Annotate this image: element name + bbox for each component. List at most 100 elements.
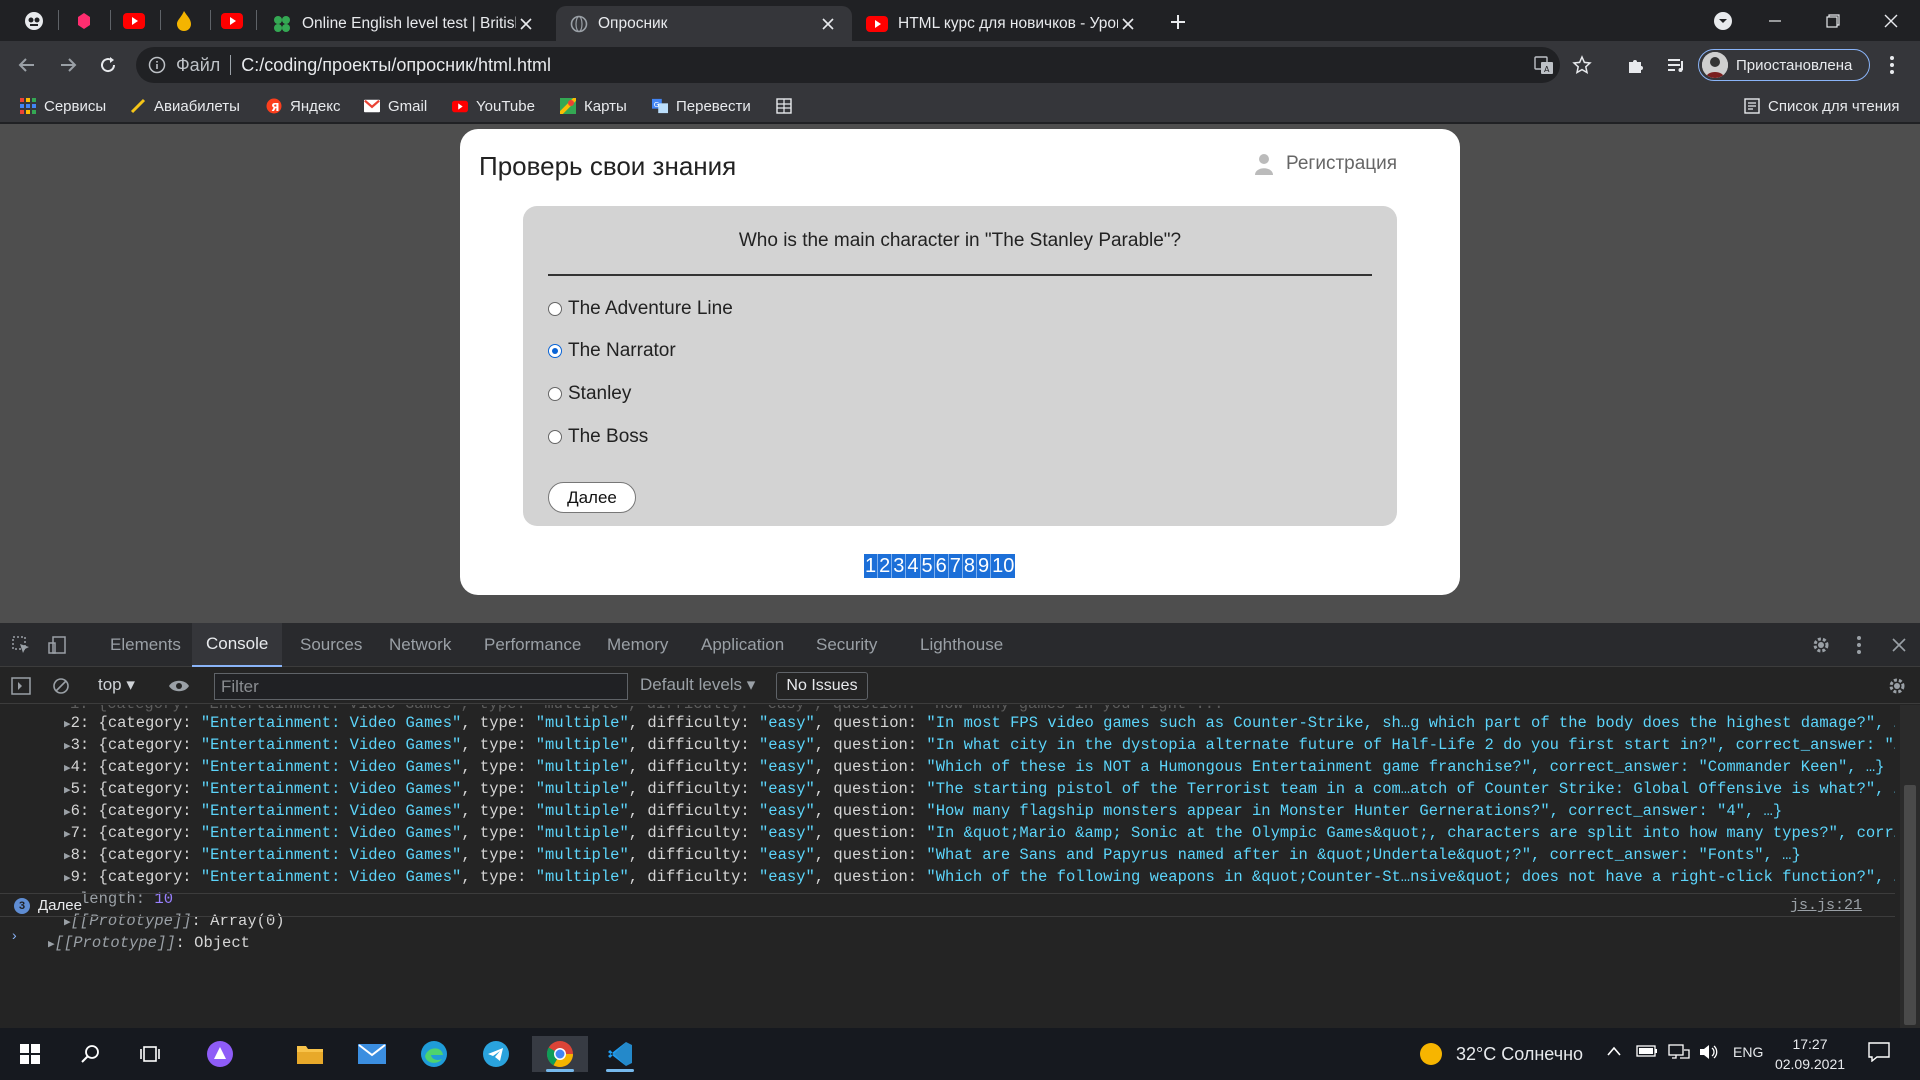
page-link[interactable]: 8 — [963, 554, 977, 578]
devtools-tab-network[interactable]: Network — [387, 623, 453, 667]
close-tab-icon[interactable] — [516, 14, 536, 34]
close-tab-icon[interactable] — [1118, 14, 1138, 34]
page-link[interactable]: 1 — [864, 554, 879, 578]
media-control-button[interactable] — [1662, 51, 1690, 79]
eye-icon[interactable] — [168, 675, 190, 697]
restore-button[interactable] — [1818, 8, 1848, 34]
notifications-icon[interactable] — [1868, 1042, 1890, 1065]
bookmark-services[interactable]: Сервисы — [20, 95, 106, 117]
inspect-element-icon[interactable] — [10, 634, 32, 656]
tab-search-button[interactable] — [1708, 8, 1738, 34]
issues-button[interactable]: No Issues — [776, 672, 868, 700]
console-array-row[interactable]: ▶9: {category: "Entertainment: Video Gam… — [64, 866, 1895, 888]
page-link[interactable]: 5 — [921, 554, 935, 578]
translate-icon[interactable]: A — [1534, 55, 1554, 75]
object-prototype[interactable]: ▶[[Prototype]]: Object — [48, 932, 250, 954]
close-devtools-icon[interactable] — [1888, 634, 1910, 656]
devtools-menu-icon[interactable] — [1848, 634, 1870, 656]
page-link[interactable]: 9 — [977, 554, 992, 578]
settings-gear-icon[interactable] — [1810, 634, 1832, 656]
console-array-row[interactable]: ▶6: {category: "Entertainment: Video Gam… — [64, 800, 1782, 822]
devtools-tab-elements[interactable]: Elements — [108, 623, 183, 667]
address-bar[interactable]: Файл C:/coding/проекты/опросник/html.htm… — [136, 47, 1592, 83]
tray-chevron-up-icon[interactable] — [1606, 1044, 1622, 1060]
radio-button[interactable] — [548, 387, 562, 401]
back-button[interactable] — [13, 51, 41, 79]
browser-menu-button[interactable] — [1878, 51, 1906, 79]
page-link[interactable]: 3 — [892, 554, 907, 578]
console-array-row[interactable]: ▶5: {category: "Entertainment: Video Gam… — [64, 778, 1895, 800]
console-array-row[interactable]: ▶7: {category: "Entertainment: Video Gam… — [64, 822, 1895, 844]
bookmark-star-icon[interactable] — [1572, 55, 1592, 75]
log-source-link[interactable]: js.js:21 — [1790, 897, 1862, 914]
devtools-tab-memory[interactable]: Memory — [605, 623, 670, 667]
console-filter-input[interactable]: Filter — [214, 673, 628, 700]
bookmark-folder[interactable] — [776, 95, 800, 117]
radio-button[interactable] — [548, 302, 562, 316]
profile-button[interactable]: Приостановлена — [1698, 49, 1870, 81]
close-window-button[interactable] — [1876, 8, 1906, 34]
pinned-tab-5[interactable] — [212, 8, 252, 34]
page-link[interactable]: 10 — [991, 554, 1015, 578]
page-link[interactable]: 4 — [906, 554, 921, 578]
pinned-tab-3[interactable] — [114, 8, 154, 34]
taskbar-app-telegram[interactable] — [476, 1036, 516, 1072]
forward-button[interactable] — [54, 51, 82, 79]
devtools-tab-performance[interactable]: Performance — [482, 623, 583, 667]
taskbar-app-chrome[interactable] — [532, 1036, 588, 1072]
tab-html-course[interactable]: HTML курс для новичков - Урок — [852, 6, 1152, 41]
new-tab-button[interactable] — [1166, 10, 1190, 34]
language-indicator[interactable]: ENG — [1733, 1044, 1763, 1060]
clear-console-icon[interactable] — [50, 675, 72, 697]
console-array-row[interactable]: ▶8: {category: "Entertainment: Video Gam… — [64, 844, 1801, 866]
network-icon[interactable] — [1668, 1044, 1690, 1063]
devtools-tab-application[interactable]: Application — [699, 623, 786, 667]
console-array-row[interactable]: ▶3: {category: "Entertainment: Video Gam… — [64, 734, 1895, 756]
page-link[interactable]: 2 — [878, 554, 893, 578]
devtools-tab-security[interactable]: Security — [814, 623, 879, 667]
start-button[interactable] — [10, 1036, 50, 1072]
tab-english-test[interactable]: Online English level test | British — [258, 6, 550, 41]
device-toolbar-icon[interactable] — [46, 634, 68, 656]
taskbar-app-alice[interactable] — [200, 1036, 240, 1072]
answer-option[interactable]: The Narrator — [548, 340, 676, 362]
answer-option[interactable]: The Adventure Line — [548, 298, 733, 320]
volume-icon[interactable] — [1698, 1044, 1718, 1063]
register-link[interactable]: Регистрация — [1254, 153, 1397, 175]
devtools-tab-sources[interactable]: Sources — [298, 623, 364, 667]
bookmark-maps[interactable]: Карты — [560, 95, 627, 117]
tab-oprosnik[interactable]: Опросник — [556, 6, 852, 41]
search-button[interactable] — [70, 1036, 110, 1072]
bookmark-yandex[interactable]: Я Яндекс — [266, 95, 340, 117]
next-button[interactable]: Далее — [548, 482, 636, 513]
pinned-tab-2[interactable] — [64, 8, 104, 34]
reading-list[interactable]: Список для чтения — [1744, 95, 1900, 117]
sidebar-toggle-icon[interactable] — [10, 675, 32, 697]
console-array-row[interactable]: ▶4: {category: "Entertainment: Video Gam… — [64, 756, 1884, 778]
answer-option[interactable]: The Boss — [548, 426, 648, 448]
pinned-tab-1[interactable] — [14, 8, 54, 34]
log-levels-dropdown[interactable]: Default levels ▾ — [640, 675, 755, 695]
close-tab-icon[interactable] — [818, 14, 838, 34]
taskbar-app-vscode[interactable] — [600, 1036, 640, 1072]
taskbar-app-explorer[interactable] — [290, 1036, 330, 1072]
taskbar-app-mail[interactable] — [352, 1036, 392, 1072]
radio-button[interactable] — [548, 430, 562, 444]
minimize-button[interactable] — [1760, 8, 1790, 34]
bookmark-youtube[interactable]: YouTube — [452, 95, 535, 117]
console-scrollbar[interactable] — [1900, 705, 1920, 1028]
bookmark-flights[interactable]: Авиабилеты — [130, 95, 240, 117]
page-link[interactable]: 6 — [935, 554, 949, 578]
taskbar-app-edge[interactable] — [414, 1036, 454, 1072]
devtools-tab-console[interactable]: Console — [192, 623, 283, 667]
devtools-tab-lighthouse[interactable]: Lighthouse — [918, 623, 1005, 667]
console-settings-gear-icon[interactable] — [1886, 675, 1908, 697]
weather-widget[interactable]: 32°C Солнечно — [1420, 1043, 1583, 1065]
radio-button-checked[interactable] — [548, 344, 562, 358]
reload-button[interactable] — [94, 51, 122, 79]
extensions-button[interactable] — [1622, 51, 1650, 79]
system-clock[interactable]: 17:27 02.09.2021 — [1770, 1034, 1850, 1074]
pinned-tab-4[interactable] — [164, 8, 204, 34]
bookmark-gmail[interactable]: Gmail — [364, 95, 427, 117]
bookmark-translate[interactable]: G Перевести — [652, 95, 751, 117]
